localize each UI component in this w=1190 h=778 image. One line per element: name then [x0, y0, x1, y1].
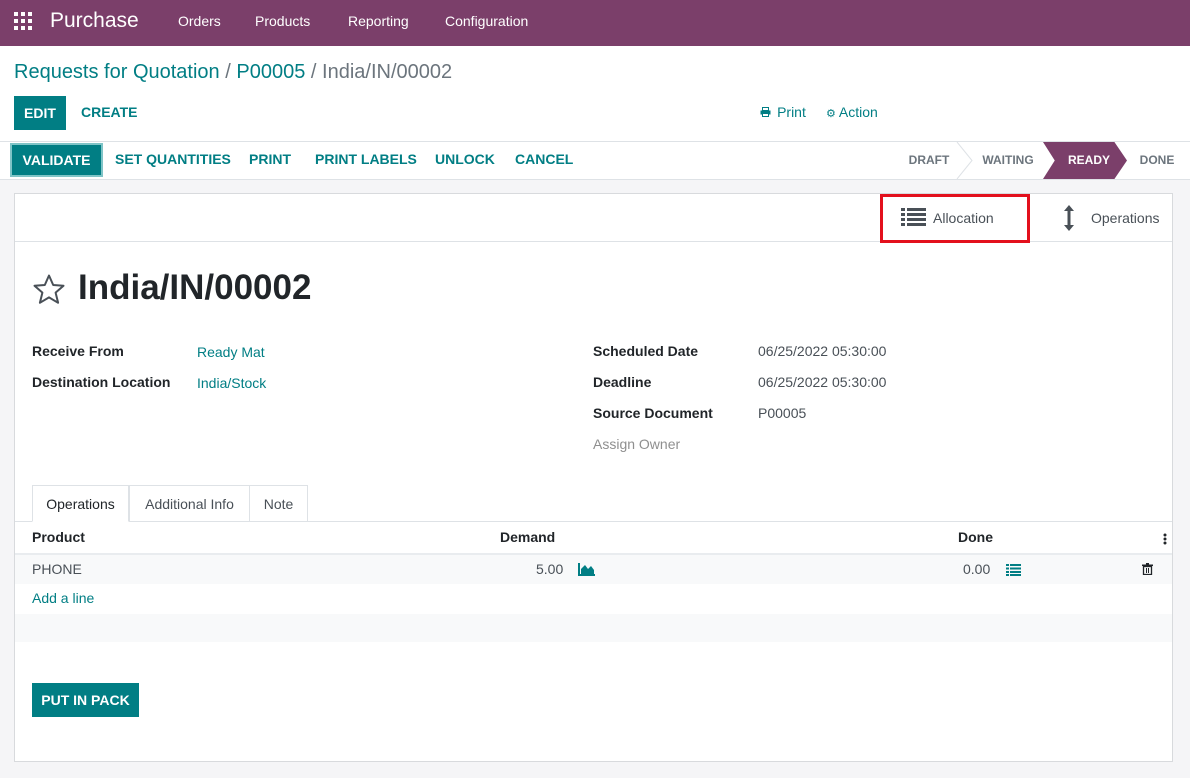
validate-button[interactable]: VALIDATE: [10, 143, 103, 177]
stage-waiting[interactable]: WAITING: [974, 142, 1042, 179]
done-cell[interactable]: 0.00: [963, 561, 990, 577]
deadline-label: Deadline: [593, 374, 652, 390]
forecast-chart-icon[interactable]: [578, 563, 595, 576]
tab-additional-info[interactable]: Additional Info: [129, 485, 250, 522]
trash-icon[interactable]: [1142, 563, 1153, 575]
demand-cell[interactable]: 5.00: [536, 561, 563, 577]
breadcrumb: Requests for Quotation / P00005 / India/…: [14, 61, 452, 84]
notebook-tabs: Operations Additional Info Note: [15, 485, 1172, 522]
source-document-label: Source Document: [593, 405, 713, 421]
tab-note[interactable]: Note: [249, 485, 308, 522]
breadcrumb-rfq[interactable]: Requests for Quotation: [14, 61, 220, 83]
operations-button[interactable]: Operations: [1029, 194, 1172, 242]
stage-ready[interactable]: READY: [1043, 142, 1127, 179]
print-dropdown[interactable]: Print: [760, 104, 806, 120]
edit-button[interactable]: EDIT: [14, 96, 66, 130]
app-name[interactable]: Purchase: [50, 9, 139, 33]
breadcrumb-separator: /: [310, 61, 317, 83]
source-document-value: P00005: [758, 405, 807, 421]
menu-reporting[interactable]: Reporting: [348, 13, 409, 29]
destination-location-label: Destination Location: [32, 374, 171, 390]
cancel-button[interactable]: CANCEL: [515, 151, 573, 167]
menu-products[interactable]: Products: [255, 13, 310, 29]
breadcrumb-separator: /: [225, 61, 231, 83]
tab-operations[interactable]: Operations: [32, 485, 129, 522]
operations-label: Operations: [1091, 210, 1160, 226]
column-done[interactable]: Done: [958, 529, 993, 545]
assign-owner-button[interactable]: Assign Owner: [593, 436, 680, 452]
menu-orders[interactable]: Orders: [178, 13, 221, 29]
print-label: Print: [777, 104, 806, 120]
action-dropdown[interactable]: ⚙ Action: [826, 104, 878, 120]
add-line-link[interactable]: Add a line: [32, 590, 94, 606]
print-button[interactable]: PRINT: [249, 151, 291, 167]
menu-configuration[interactable]: Configuration: [445, 13, 528, 29]
star-icon[interactable]: [33, 274, 65, 305]
destination-location-value[interactable]: India/Stock: [197, 375, 266, 391]
breadcrumb-current: India/IN/00002: [322, 61, 453, 83]
list-icon: [901, 208, 926, 226]
scheduled-date-label: Scheduled Date: [593, 343, 699, 359]
allocation-button[interactable]: Allocation: [881, 194, 1029, 242]
form-sheet: Allocation Operations India/IN/00002 Rec…: [14, 193, 1173, 762]
column-options-icon[interactable]: [1163, 533, 1167, 545]
put-in-pack-button[interactable]: PUT IN PACK: [32, 683, 139, 717]
vertical-arrows-icon: [1064, 205, 1074, 231]
record-title: India/IN/00002: [78, 268, 312, 307]
control-panel: Requests for Quotation / P00005 / India/…: [0, 46, 1190, 142]
empty-row: [15, 614, 1172, 642]
print-labels-button[interactable]: PRINT LABELS: [315, 151, 417, 167]
top-navbar: Purchase Orders Products Reporting Confi…: [0, 0, 1190, 46]
allocation-label: Allocation: [933, 210, 994, 226]
product-cell[interactable]: PHONE: [32, 561, 82, 577]
detailed-operations-icon[interactable]: [1006, 564, 1021, 576]
smart-button-box: Allocation Operations: [15, 194, 1172, 243]
column-product[interactable]: Product: [32, 529, 85, 545]
scheduled-date-value: 06/25/2022 05:30:00: [758, 343, 887, 359]
unlock-button[interactable]: UNLOCK: [435, 151, 495, 167]
deadline-value: 06/25/2022 05:30:00: [758, 374, 887, 390]
stage-separator-icon: [956, 142, 973, 179]
gear-icon: ⚙: [826, 108, 836, 120]
create-button[interactable]: CREATE: [81, 104, 138, 120]
stage-done[interactable]: DONE: [1130, 142, 1184, 179]
column-demand[interactable]: Demand: [500, 529, 555, 545]
apps-grid-icon[interactable]: [14, 12, 32, 30]
set-quantities-button[interactable]: SET QUANTITIES: [115, 151, 231, 167]
receive-from-label: Receive From: [32, 343, 124, 359]
receive-from-value[interactable]: Ready Mat: [197, 344, 265, 360]
stage-draft[interactable]: DRAFT: [898, 142, 960, 179]
action-label: Action: [838, 104, 878, 120]
table-row[interactable]: PHONE 5.00 0.00: [15, 555, 1172, 584]
breadcrumb-po[interactable]: P00005: [236, 61, 305, 83]
printer-icon: [760, 107, 774, 120]
statusbar: VALIDATE SET QUANTITIES PRINT PRINT LABE…: [0, 142, 1190, 180]
